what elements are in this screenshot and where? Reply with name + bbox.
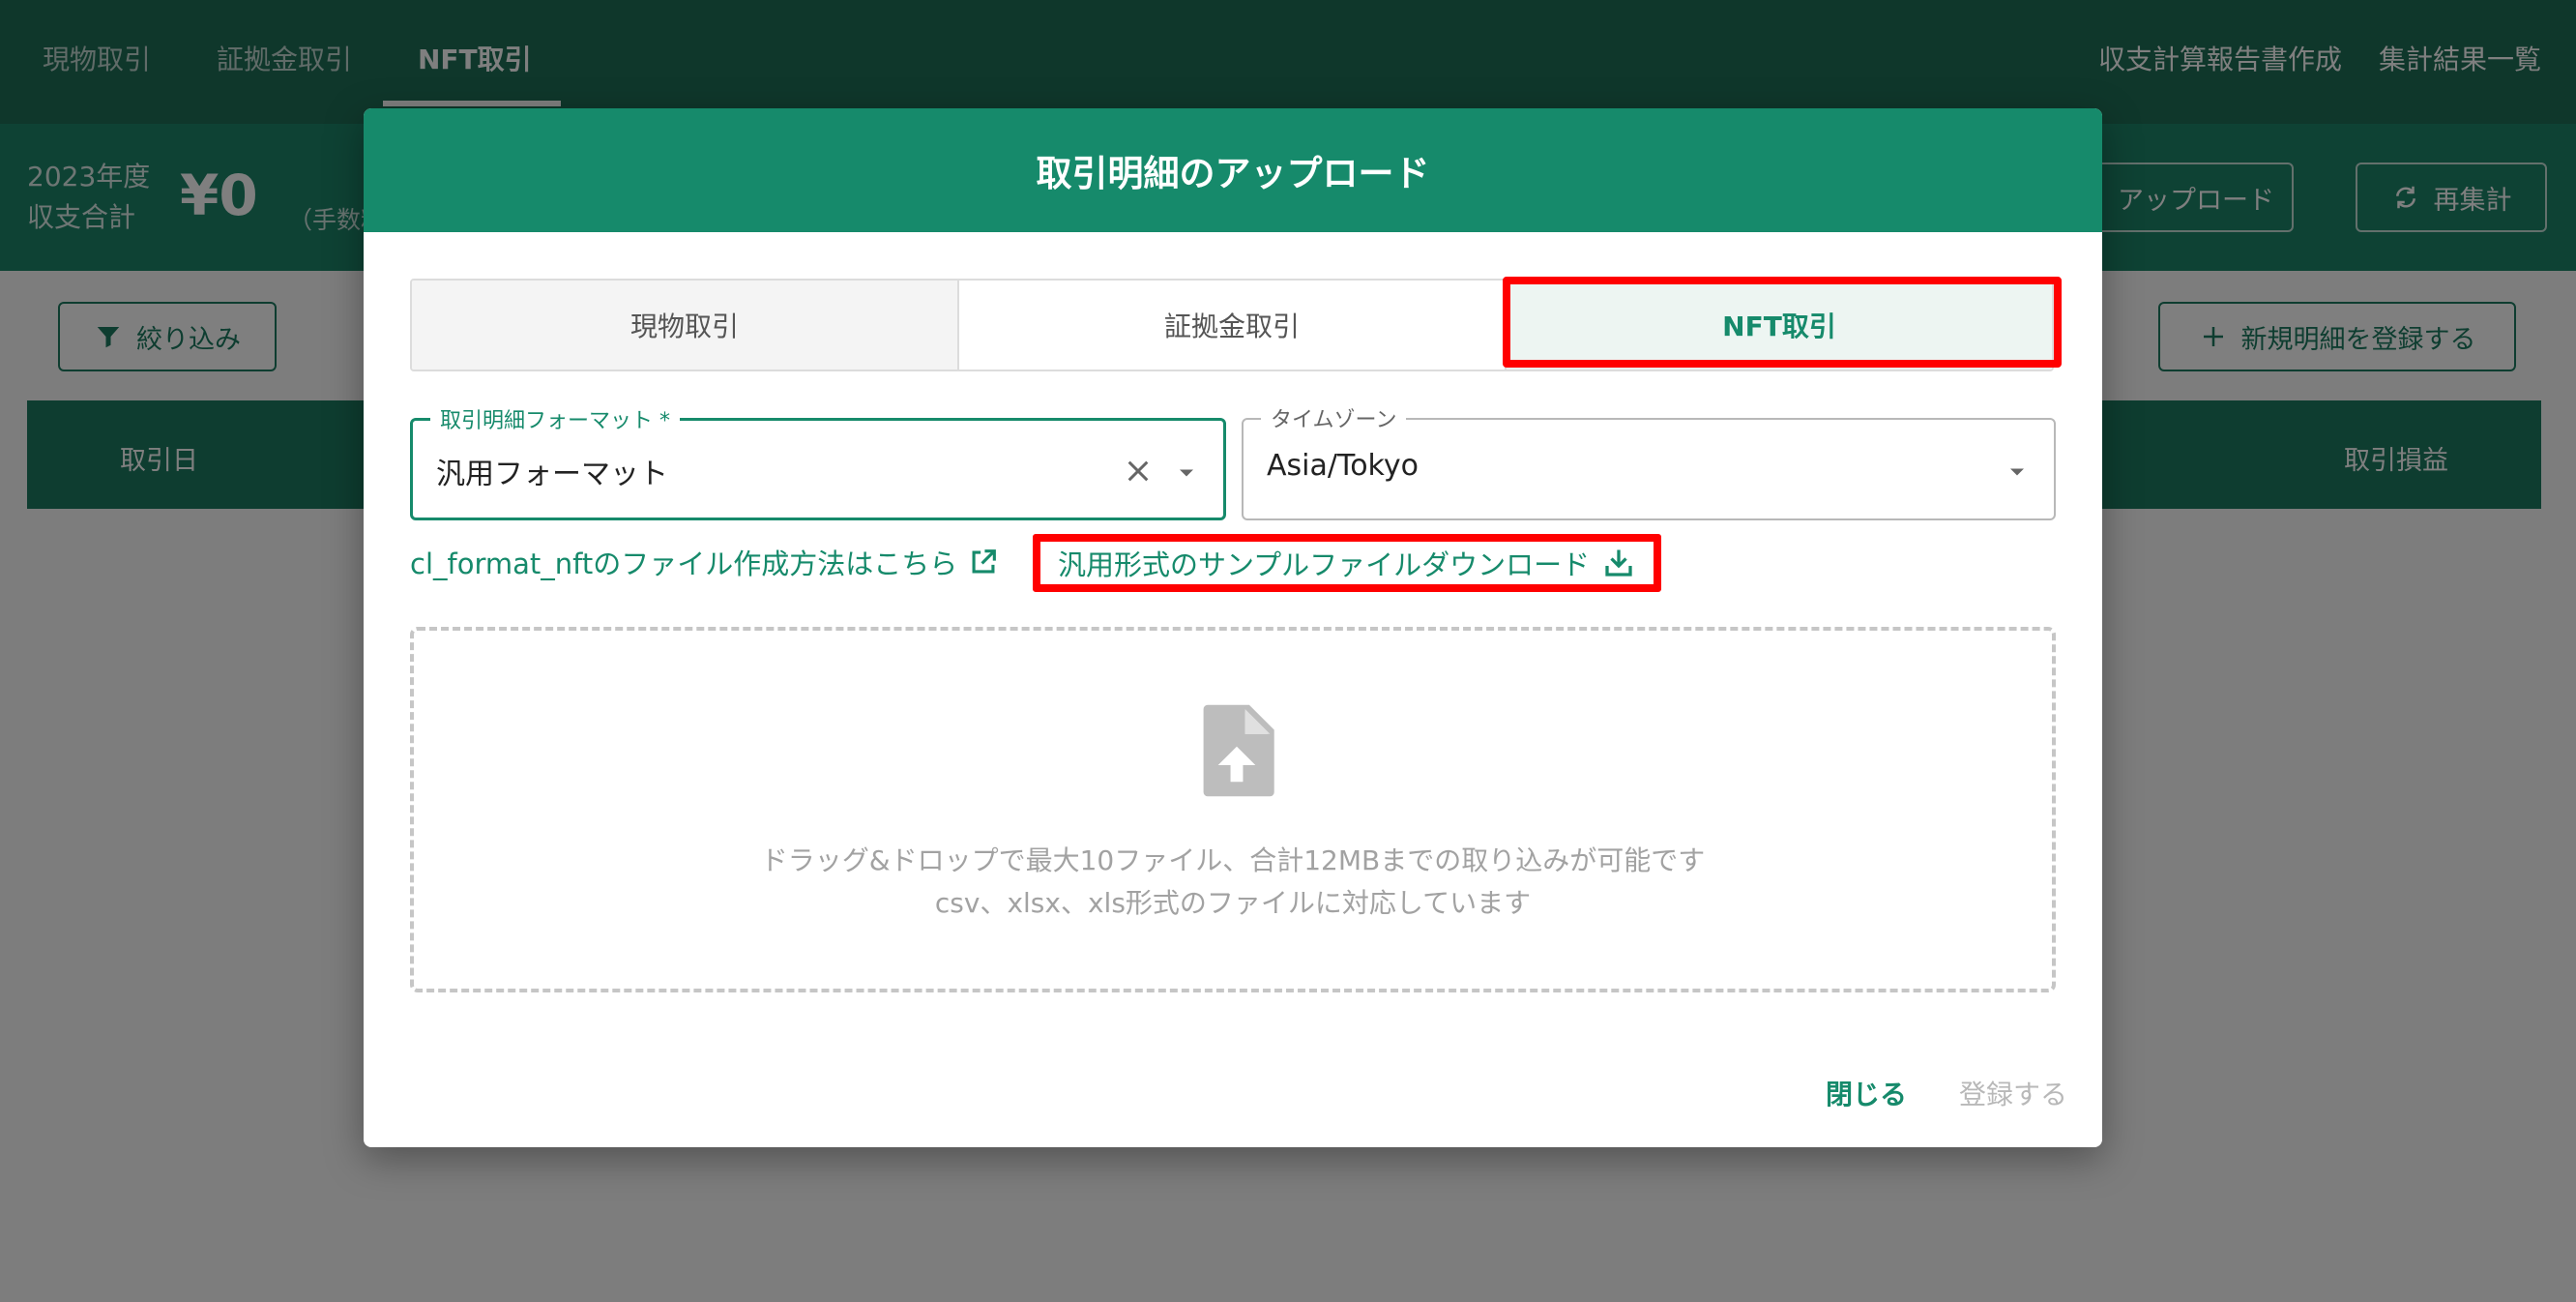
dropzone-text-limit: ドラッグ&ドロップで最大10ファイル、合計12MBまでの取り込みが可能です xyxy=(760,844,1706,876)
dialog-title: 取引明細のアップロード xyxy=(1036,153,1430,194)
register-button[interactable]: 登録する xyxy=(1959,1074,2067,1112)
format-select-value: 汎用フォーマット xyxy=(436,458,668,491)
format-select[interactable]: 取引明細フォーマット * 汎用フォーマット xyxy=(410,403,1226,520)
external-link-icon xyxy=(972,549,997,574)
format-help-link[interactable]: cl_format_nftのファイル作成方法はこちら xyxy=(410,542,1000,582)
nft-tab-highlight xyxy=(1503,277,2062,368)
timezone-select-value: Asia/Tokyo xyxy=(1267,449,1419,483)
close-button[interactable]: 閉じる xyxy=(1826,1074,1907,1112)
tab-margin[interactable]: 証拠金取引 xyxy=(959,281,1507,370)
clear-icon[interactable] xyxy=(1123,456,1154,487)
caret-down-icon[interactable] xyxy=(1173,459,1200,487)
caret-down-icon[interactable] xyxy=(2004,459,2031,486)
format-select-label: 取引明細フォーマット * xyxy=(430,403,680,434)
file-upload-icon xyxy=(1203,704,1274,797)
dropzone-text-formats: csv、xlsx、xls形式のファイルに対応しています xyxy=(934,887,1532,919)
tab-spot[interactable]: 現物取引 xyxy=(412,281,959,370)
sample-download-link-label: 汎用形式のサンプルファイルダウンロード xyxy=(1058,548,1591,581)
file-dropzone[interactable]: ドラッグ&ドロップで最大10ファイル、合計12MBまでの取り込みが可能です cs… xyxy=(410,627,2056,992)
timezone-select-label: タイムゾーン xyxy=(1261,402,1407,433)
upload-dialog: 取引明細のアップロード 現物取引 証拠金取引 NFT取引 取引明細フォーマット … xyxy=(364,108,2102,1147)
dialog-header: 取引明細のアップロード xyxy=(364,108,2102,232)
sample-download-link[interactable]: 汎用形式のサンプルファイルダウンロード xyxy=(1033,534,1662,592)
download-icon xyxy=(1605,549,1632,577)
format-help-link-label: cl_format_nftのファイル作成方法はこちら xyxy=(410,547,958,580)
timezone-select[interactable]: タイムゾーン Asia/Tokyo xyxy=(1242,402,2056,520)
